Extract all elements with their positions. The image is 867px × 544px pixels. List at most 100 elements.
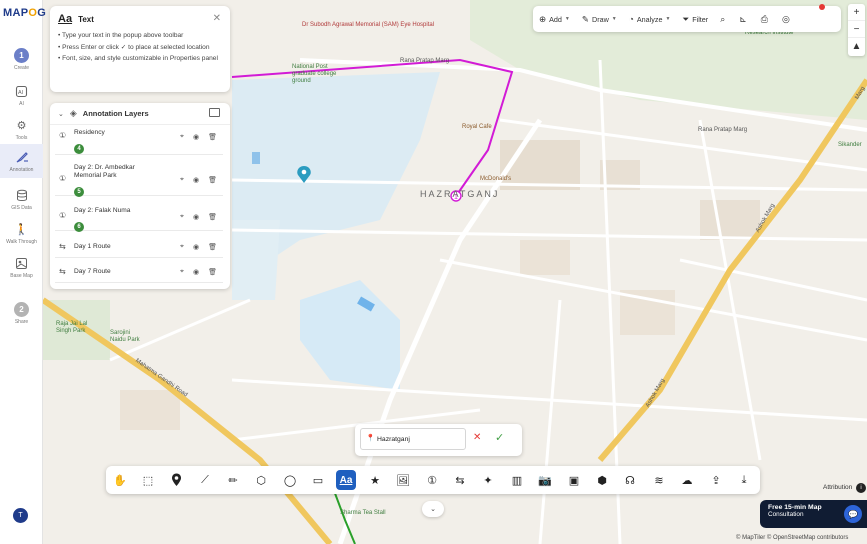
- freehand-tool[interactable]: ✏: [223, 470, 243, 490]
- locate-icon[interactable]: ⌖: [180, 176, 184, 184]
- layer-order-badge: 6: [74, 221, 84, 232]
- chart-pie-icon: ◔: [628, 14, 634, 24]
- aqi-tool[interactable]: ☊: [620, 470, 640, 490]
- route-tool[interactable]: ⇆: [450, 470, 470, 490]
- map-label-mcdonalds: McDonald's: [480, 176, 512, 182]
- rail-item-share[interactable]: 2 Share: [0, 296, 43, 330]
- cube-3d-tool[interactable]: ⬢: [592, 470, 612, 490]
- chevron-down-icon[interactable]: ⌄: [58, 110, 64, 118]
- zoom-controls: + − ▲: [848, 4, 865, 56]
- trash-icon[interactable]: 🗑: [208, 268, 217, 276]
- locate-icon[interactable]: ⌖: [180, 213, 184, 221]
- star-tool[interactable]: ★: [365, 470, 385, 490]
- trash-icon[interactable]: 🗑: [208, 243, 217, 251]
- eye-icon[interactable]: ◉: [193, 213, 199, 221]
- building-tool[interactable]: ▥: [507, 470, 527, 490]
- notification-dot: [819, 4, 825, 10]
- measure-icon[interactable]: ⊾: [739, 14, 747, 25]
- eye-icon[interactable]: ◉: [193, 268, 199, 276]
- rail-item-annotation[interactable]: Annotation: [0, 144, 43, 178]
- trash-icon[interactable]: 🗑: [208, 213, 217, 221]
- zoom-out-button[interactable]: −: [848, 21, 865, 38]
- folder-icon[interactable]: [209, 108, 220, 117]
- circle-tool[interactable]: ◯: [280, 470, 300, 490]
- text-tool[interactable]: Aa: [336, 470, 356, 490]
- locate-icon[interactable]: ⌖: [180, 243, 184, 251]
- layer-row-ambedkar-park[interactable]: ① Day 2: Dr. Ambedkar Memorial Park 5 ⌖ …: [55, 160, 223, 197]
- add-menu-button[interactable]: ⊕ Add ▼: [539, 14, 570, 25]
- rail-item-gis-data[interactable]: GIS Data: [0, 182, 43, 216]
- step-number-icon: 2: [14, 301, 29, 317]
- rail-item-tools[interactable]: ⚙ Tools: [0, 112, 43, 146]
- consultation-chip[interactable]: Free 15-min Map Consultation 💬: [760, 500, 867, 528]
- photo-tool[interactable]: ▣: [564, 470, 584, 490]
- image-tool[interactable]: 🖼: [393, 470, 413, 490]
- layers-panel-header[interactable]: ⌄ ◈ Annotation Layers: [50, 103, 230, 125]
- annotation-brush-icon: [14, 149, 30, 165]
- puzzle-tool[interactable]: ✦: [478, 470, 498, 490]
- collapse-toolbar-button[interactable]: ⌄: [422, 501, 444, 517]
- text-tips-list: • Type your text in the popup above tool…: [58, 30, 222, 65]
- layer-order-badge: 5: [74, 186, 84, 197]
- layers-panel-title: Annotation Layers: [82, 109, 149, 118]
- camera-tool[interactable]: 📷: [535, 470, 555, 490]
- layer-row-day1-route[interactable]: ⇆ Day 1 Route ⌖ ◉ 🗑: [55, 236, 223, 258]
- line-tool[interactable]: ⟋: [195, 470, 215, 490]
- wind-tool[interactable]: ≋: [649, 470, 669, 490]
- weather-tool[interactable]: ☁: [677, 470, 697, 490]
- draw-menu-button[interactable]: ✎ Draw ▼: [582, 14, 617, 25]
- user-avatar[interactable]: T: [13, 508, 28, 523]
- layer-row-residency[interactable]: ① Residency 4 ⌖ ◉ 🗑: [55, 127, 223, 155]
- caret-down-icon: ▼: [665, 16, 671, 22]
- annotation-text-input[interactable]: [360, 428, 466, 450]
- map-label-tea-stall: Sharma Tea Stall: [340, 510, 386, 516]
- caret-down-icon: ▼: [611, 16, 617, 22]
- rail-item-base-map[interactable]: Base Map: [0, 250, 43, 284]
- print-icon[interactable]: ⎙: [761, 14, 768, 25]
- locate-icon[interactable]: ⌖: [180, 268, 184, 276]
- tip-item: • Font, size, and style customizable in …: [58, 55, 218, 63]
- tip-item: • Press Enter or click ✓ to place at sel…: [58, 43, 210, 51]
- compass-button[interactable]: ▲: [848, 38, 865, 55]
- hand-pan-tool[interactable]: ✋: [110, 470, 130, 490]
- cancel-button[interactable]: ✕: [473, 432, 481, 443]
- select-tool[interactable]: ⬚: [138, 470, 158, 490]
- trash-icon[interactable]: 🗑: [208, 133, 217, 141]
- polygon-tool[interactable]: ⬡: [251, 470, 271, 490]
- map-label-raja-jai-lal: Raja Jai Lal Singh Park: [56, 321, 88, 334]
- eye-icon[interactable]: ◉: [193, 176, 199, 184]
- map-label-royal-cafe: Royal Cafe: [462, 124, 492, 130]
- eye-icon[interactable]: ◉: [193, 243, 199, 251]
- marker-tool[interactable]: [166, 470, 186, 490]
- attribution-toggle[interactable]: Attribution: [823, 484, 852, 491]
- close-icon[interactable]: ✕: [213, 13, 221, 24]
- info-icon[interactable]: i: [856, 483, 866, 493]
- step-number-icon: 1: [14, 47, 29, 63]
- upload-tool[interactable]: ⇪: [706, 470, 726, 490]
- eye-icon[interactable]: ◉: [193, 133, 199, 141]
- rail-item-walk-through[interactable]: 🚶 Walk Through: [0, 216, 43, 250]
- zoom-in-button[interactable]: +: [848, 4, 865, 21]
- layer-row-falak-numa[interactable]: ① Day 2: Falak Numa 6 ⌖ ◉ 🗑: [55, 201, 223, 232]
- route-icon: ⇆: [59, 242, 66, 251]
- numbered-marker-tool[interactable]: ①: [422, 470, 442, 490]
- point-marker-icon: ①: [59, 131, 67, 140]
- locate-icon[interactable]: ⌖: [180, 133, 184, 141]
- search-icon[interactable]: ⌕: [720, 14, 725, 25]
- analyze-menu-button[interactable]: ◔ Analyze ▼: [629, 14, 671, 24]
- trash-icon[interactable]: 🗑: [208, 176, 217, 184]
- caret-down-icon: ▼: [564, 16, 570, 22]
- settings-target-icon[interactable]: ◎: [782, 14, 790, 25]
- tip-item: • Type your text in the popup above tool…: [58, 32, 184, 39]
- filter-button[interactable]: ⏷ Filter: [682, 14, 708, 25]
- download-tool[interactable]: ⤓: [734, 470, 754, 490]
- rail-item-create[interactable]: 1 Create: [0, 42, 43, 76]
- layers-icon: ◈: [69, 108, 77, 118]
- left-rail: MAPOG 1 Create AI AI ⚙ Tools Annotation …: [0, 0, 46, 544]
- rectangle-tool[interactable]: ▭: [308, 470, 328, 490]
- layer-row-day7-route[interactable]: ⇆ Day 7 Route ⌖ ◉ 🗑: [55, 261, 223, 283]
- rail-item-ai[interactable]: AI AI: [0, 78, 43, 112]
- brand-logo[interactable]: MAPOG: [3, 7, 46, 19]
- confirm-button[interactable]: ✓: [495, 431, 504, 444]
- map-label-hospital: Dr Subodh Agrawal Memorial (SAM) Eye Hos…: [302, 22, 435, 28]
